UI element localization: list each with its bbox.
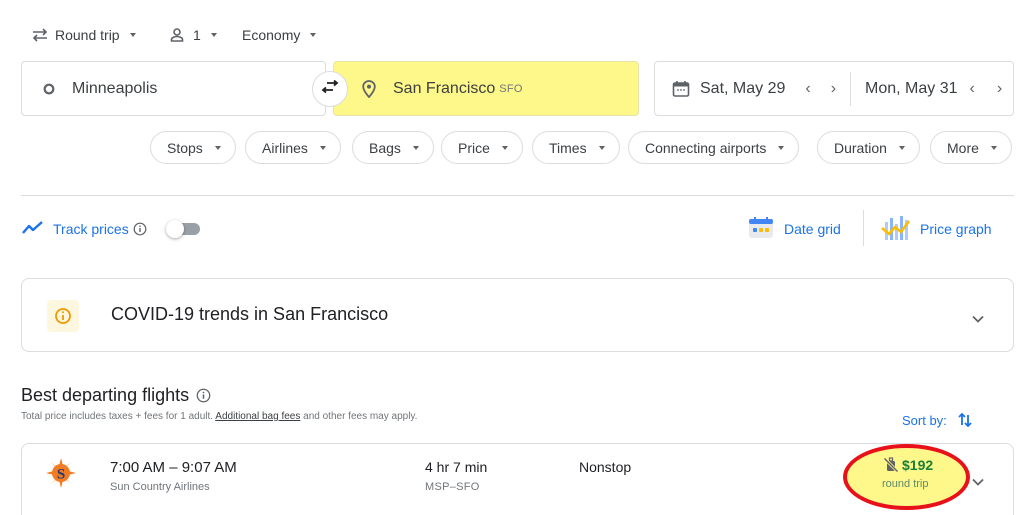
destination-value: San Francisco [393,79,496,97]
cabin-class-label: Economy [242,27,301,43]
date-divider [850,71,852,106]
section-divider [21,195,1014,196]
toggle-knob [166,220,184,238]
filter-times[interactable]: Times [532,131,620,164]
date-grid-icon [748,216,776,243]
results-subtitle: Total price includes taxes + fees for 1 … [21,411,417,422]
filter-label: Bags [369,139,401,156]
filter-label: Stops [167,139,203,156]
depart-date[interactable]: Sat, May 29 [700,80,785,98]
chevron-down-icon[interactable] [972,310,984,328]
info-warning-icon [47,300,79,332]
date-grid-button[interactable]: Date grid [748,215,841,243]
return-next-day-button[interactable]: › [997,80,1002,98]
location-pin-icon [362,79,376,98]
destination-input[interactable]: San Francisco SFO [333,61,639,116]
tools-divider [863,210,864,246]
filter-price[interactable]: Price [441,131,523,164]
flight-stops: Nonstop [579,459,632,475]
depart-next-day-button[interactable]: › [831,80,836,98]
price-value: $192 [902,457,934,473]
passengers-dropdown[interactable]: 1 [169,24,217,46]
expand-chevron-icon[interactable] [972,473,984,491]
no-carry-on-bag-icon [883,457,899,473]
chevron-down-icon [214,145,221,150]
filter-label: Price [458,139,490,156]
flight-price: $192 [883,457,933,473]
filter-bags[interactable]: Bags [352,131,434,164]
subtitle-suffix: and other fees may apply. [300,411,418,422]
chevron-down-icon [778,145,785,150]
track-prices[interactable]: Track prices [22,218,147,240]
flight-times: 7:00 AM – 9:07 AM [110,459,237,476]
swap-locations-button[interactable] [312,71,348,107]
flight-duration: 4 hr 7 min [425,459,488,475]
passengers-count: 1 [193,27,201,43]
chevron-down-icon [310,33,317,37]
cabin-class-dropdown[interactable]: Economy [242,24,317,46]
flight-route: MSP–SFO [425,481,480,493]
filter-label: More [947,139,979,156]
calendar-icon [672,80,690,98]
bag-fees-link[interactable]: Additional bag fees [215,411,300,422]
track-prices-toggle[interactable] [166,220,200,238]
circle-icon [43,83,55,95]
results-title-text: Best departing flights [21,385,190,405]
price-graph-label: Price graph [920,221,992,237]
subtitle-prefix: Total price includes taxes + fees for 1 … [21,411,216,422]
swap-horiz-icon [31,27,49,43]
airline-name: Sun Country Airlines [110,481,210,493]
destination-code: SFO [499,82,523,95]
filter-label: Times [549,139,587,156]
filter-more[interactable]: More [930,131,1012,164]
trend-line-icon [22,220,44,238]
chevron-down-icon [129,33,136,37]
filter-label: Airlines [262,139,308,156]
sort-by-button[interactable]: Sort by: [902,411,973,429]
filter-airlines[interactable]: Airlines [245,131,341,164]
person-icon [169,27,185,43]
origin-input[interactable]: Minneapolis [21,61,326,116]
price-note: round trip [882,478,929,490]
filter-connecting-airports[interactable]: Connecting airports [628,131,800,164]
chevron-down-icon [319,145,326,150]
filter-label: Connecting airports [645,139,767,156]
track-prices-label: Track prices [53,221,129,237]
origin-value: Minneapolis [72,79,158,97]
covid-card-title: COVID-19 trends in San Francisco [111,304,389,324]
sort-label: Sort by: [902,412,947,428]
filter-stops[interactable]: Stops [150,131,236,164]
chevron-down-icon [990,145,997,150]
airline-logo: S [46,458,76,493]
swap-arrows-icon [321,79,339,99]
price-graph-button[interactable]: Price graph [880,215,992,243]
date-range-picker[interactable]: Sat, May 29 ‹ › Mon, May 31 ‹ › [654,61,1014,116]
results-title: Best departing flights [21,385,211,406]
svg-text:S: S [57,467,65,483]
date-grid-label: Date grid [784,221,841,237]
info-icon[interactable] [196,388,211,403]
depart-prev-day-button[interactable]: ‹ [805,80,810,98]
filter-label: Duration [834,139,887,156]
trip-type-dropdown[interactable]: Round trip [31,24,136,46]
chevron-down-icon [412,145,419,150]
return-date[interactable]: Mon, May 31 [865,80,957,98]
trip-type-label: Round trip [55,27,120,43]
chevron-down-icon [598,145,605,150]
filter-duration[interactable]: Duration [817,131,920,164]
chevron-down-icon [898,145,905,150]
sort-arrows-icon [957,411,973,429]
chevron-down-icon [501,145,508,150]
price-graph-icon [880,214,912,245]
covid-trends-card[interactable]: COVID-19 trends in San Francisco [21,278,1014,352]
return-prev-day-button[interactable]: ‹ [970,80,975,98]
price-highlight-annotation [843,444,970,510]
chevron-down-icon [210,33,217,37]
info-icon[interactable] [133,222,147,236]
